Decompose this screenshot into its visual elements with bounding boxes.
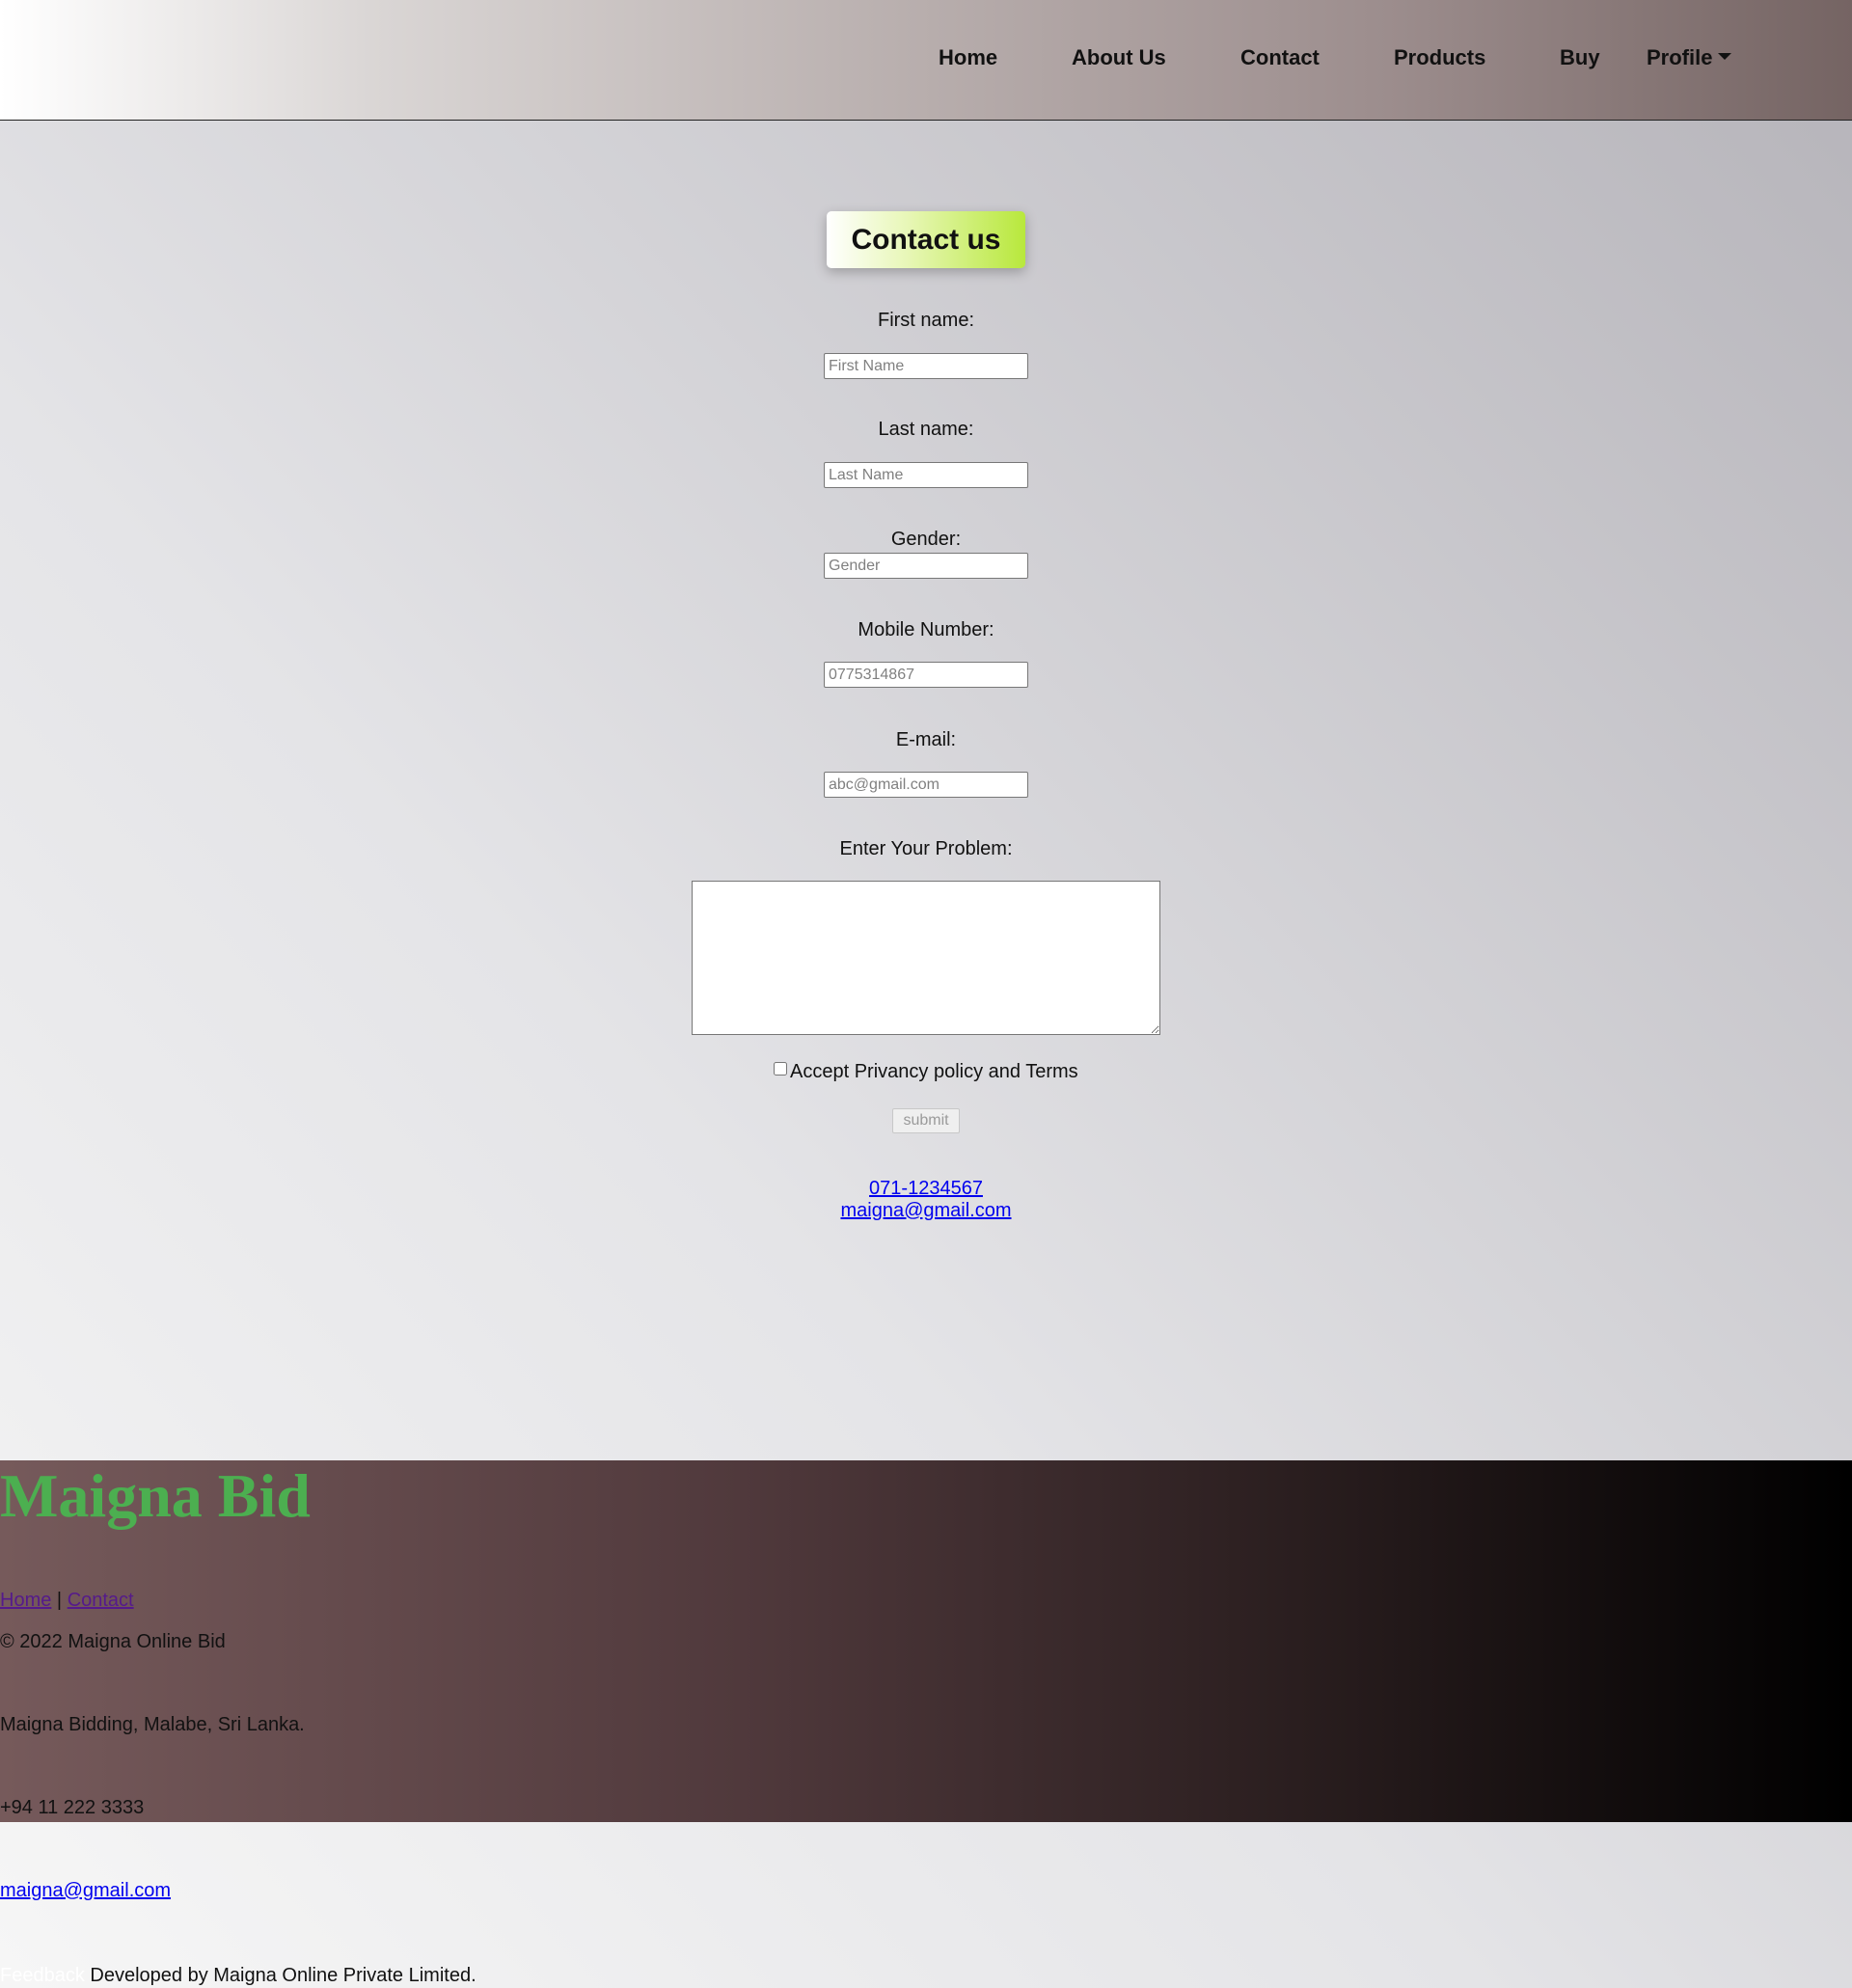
- nav-products-link[interactable]: Products: [1394, 45, 1485, 70]
- first-name-label: First name:: [877, 310, 975, 331]
- mobile-number-input[interactable]: [824, 662, 1028, 688]
- gender-label: Gender:: [890, 529, 962, 550]
- footer-home-link[interactable]: Home: [0, 1590, 51, 1611]
- contact-page: { "nav": { "home": "Home", "about": "Abo…: [0, 0, 1852, 1988]
- contact-phone-link[interactable]: 071-1234567: [869, 1178, 983, 1199]
- last-name-label: Last name:: [878, 419, 974, 440]
- footer-address: Maigna Bidding, Malabe, Sri Lanka.: [0, 1714, 305, 1735]
- gender-input[interactable]: [824, 553, 1028, 579]
- site-header: Home About Us Contact Products Buy Profi…: [0, 0, 1852, 121]
- problem-textarea[interactable]: [692, 881, 1160, 1035]
- footer-credits: Feedback Developed by Maigna Online Priv…: [0, 1965, 477, 1987]
- page-title: Contact us: [827, 211, 1025, 268]
- accept-terms-label: Accept Privancy policy and Terms: [790, 1061, 1078, 1082]
- nav-profile-label: Profile: [1647, 45, 1713, 69]
- email-label: E-mail:: [895, 729, 957, 750]
- first-name-input[interactable]: [824, 353, 1028, 379]
- mobile-number-label: Mobile Number:: [858, 619, 994, 640]
- footer-email-row: maigna@gmail.com: [0, 1880, 171, 1902]
- footer-copyright: © 2022 Maigna Online Bid: [0, 1631, 226, 1652]
- nav-profile-dropdown[interactable]: Profile: [1647, 45, 1732, 70]
- submit-button[interactable]: submit: [892, 1108, 960, 1133]
- footer-email-link[interactable]: maigna@gmail.com: [0, 1880, 171, 1901]
- accept-terms-checkbox[interactable]: [774, 1062, 787, 1076]
- nav-home-link[interactable]: Home: [939, 45, 997, 70]
- feedback-link[interactable]: Feedback: [0, 1965, 85, 1986]
- email-input[interactable]: [824, 772, 1028, 798]
- problem-label: Enter Your Problem:: [839, 838, 1013, 859]
- developed-by-text: Developed by Maigna Online Private Limit…: [90, 1965, 477, 1986]
- footer-contact-link[interactable]: Contact: [68, 1590, 134, 1611]
- nav-contact-link[interactable]: Contact: [1240, 45, 1320, 70]
- main-nav: Home About Us Contact Products Buy Profi…: [0, 45, 1852, 76]
- last-name-input[interactable]: [824, 462, 1028, 488]
- contact-email-link[interactable]: maigna@gmail.com: [840, 1200, 1011, 1221]
- footer-brand: Maigna Bid: [0, 1461, 311, 1530]
- contact-info: 071-1234567 maigna@gmail.com: [0, 1178, 1852, 1222]
- nav-about-link[interactable]: About Us: [1072, 45, 1166, 70]
- footer-links: Home | Contact: [0, 1590, 134, 1612]
- nav-buy-link[interactable]: Buy: [1560, 45, 1600, 70]
- footer-phone: +94 11 222 3333: [0, 1797, 145, 1818]
- accept-terms-row[interactable]: Accept Privancy policy and Terms: [774, 1061, 1078, 1083]
- footer-separator: |: [56, 1590, 63, 1611]
- caret-down-icon: [1718, 52, 1732, 60]
